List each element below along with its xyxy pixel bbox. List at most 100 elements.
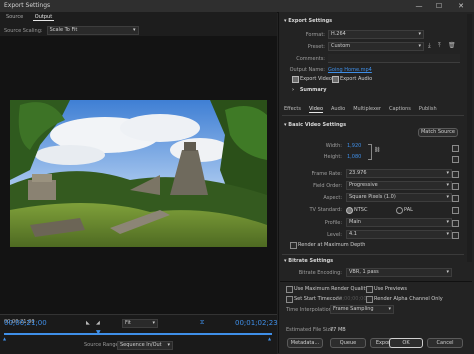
- frame-rate-select[interactable]: 23.976 ▾: [346, 169, 452, 178]
- tv-standard-checkbox[interactable]: [452, 207, 459, 214]
- crop-icon[interactable]: ⧖: [200, 319, 204, 327]
- time-interpolation-select[interactable]: Frame Sampling ▾: [330, 305, 394, 314]
- playhead-icon[interactable]: ▼: [96, 329, 101, 336]
- aspect-label: Aspect:: [323, 195, 342, 201]
- chain-link-icon[interactable]: ⛓: [374, 147, 380, 153]
- settings-scrollbar[interactable]: [467, 14, 472, 262]
- aspect-value: Square Pixels (1.0): [349, 194, 396, 200]
- tab-effects[interactable]: Effects: [284, 106, 301, 113]
- comments-label: Comments:: [296, 56, 325, 62]
- ok-button[interactable]: OK: [389, 338, 423, 348]
- maximize-button[interactable]: ☐: [430, 0, 448, 12]
- link-bracket: [368, 144, 372, 160]
- field-order-checkbox[interactable]: [452, 183, 459, 190]
- tab-captions[interactable]: Captions: [389, 106, 411, 113]
- mark-in-icon[interactable]: ◣: [86, 320, 90, 326]
- estimated-file-size-label: Estimated File Size:: [286, 327, 335, 333]
- basic-video-title: Basic Video Settings: [288, 122, 347, 128]
- match-source-button[interactable]: Match Source: [418, 128, 458, 137]
- metadata-button[interactable]: Metadata...: [287, 338, 323, 348]
- format-select[interactable]: H.264 ▾: [328, 30, 424, 39]
- summary-toggle[interactable]: › Summary: [292, 87, 327, 93]
- save-preset-icon[interactable]: ⤓: [428, 42, 431, 50]
- profile-value: Main: [349, 219, 361, 225]
- level-select[interactable]: 4.1 ▾: [346, 230, 452, 239]
- tv-standard-label: TV Standard:: [309, 207, 343, 213]
- field-order-select[interactable]: Progressive ▾: [346, 181, 452, 190]
- profile-checkbox[interactable]: [452, 220, 459, 227]
- import-preset-icon[interactable]: ⤒: [438, 42, 441, 50]
- preset-select[interactable]: Custom ▾: [328, 42, 424, 51]
- width-override-checkbox[interactable]: [452, 145, 459, 152]
- source-range-label: Source Range:: [84, 342, 121, 348]
- pal-radio[interactable]: [396, 207, 403, 214]
- output-name-link[interactable]: Going Home.mp4: [328, 67, 372, 73]
- basic-video-header[interactable]: ▾ Basic Video Settings: [284, 122, 346, 128]
- level-label: Level:: [327, 232, 342, 238]
- aspect-checkbox[interactable]: [452, 195, 459, 202]
- delete-preset-icon[interactable]: 🗑: [448, 42, 456, 49]
- source-scaling-row: Source Scaling: Scale To Fit ▾: [4, 26, 139, 35]
- chevron-down-icon: ▾: [152, 320, 155, 326]
- cancel-button[interactable]: Cancel: [427, 338, 463, 348]
- render-max-depth-checkbox[interactable]: [290, 242, 297, 249]
- width-value[interactable]: 1,920: [347, 143, 361, 149]
- source-scaling-label: Source Scaling:: [4, 27, 43, 34]
- time-interpolation-value: Frame Sampling: [333, 306, 374, 312]
- format-value: H.264: [331, 31, 346, 37]
- height-value[interactable]: 1,080: [347, 154, 361, 160]
- mark-out-icon[interactable]: ◢: [96, 320, 100, 326]
- export-audio-checkbox[interactable]: [332, 76, 339, 83]
- start-timecode-field[interactable]: 00;00;00;00: [336, 296, 367, 302]
- preview-frame-image: [10, 100, 267, 247]
- in-point-handle-icon[interactable]: ▲: [3, 336, 6, 341]
- aspect-select[interactable]: Square Pixels (1.0) ▾: [346, 193, 452, 202]
- current-timecode[interactable]: 00;00;21;00: [4, 319, 47, 327]
- tab-multiplexer[interactable]: Multiplexer: [353, 106, 381, 113]
- max-render-quality-checkbox[interactable]: [286, 286, 293, 293]
- tab-source[interactable]: Source: [4, 14, 25, 20]
- set-start-timecode-checkbox[interactable]: [286, 296, 293, 303]
- bitrate-title: Bitrate Settings: [288, 258, 334, 264]
- queue-button[interactable]: Queue: [330, 338, 366, 348]
- comments-input[interactable]: [328, 54, 460, 63]
- use-previews-checkbox[interactable]: [366, 286, 373, 293]
- fit-select[interactable]: Fit ▾: [122, 319, 158, 328]
- ntsc-radio[interactable]: [346, 207, 353, 214]
- render-alpha-checkbox[interactable]: [366, 296, 373, 303]
- duration-timecode: 00;01;02;23: [235, 319, 278, 327]
- chevron-down-icon: ▾: [284, 258, 287, 264]
- timeline-range-bar[interactable]: [4, 333, 272, 335]
- preset-label: Preset:: [307, 44, 325, 50]
- export-video-checkbox[interactable]: [292, 76, 299, 83]
- minimize-button[interactable]: —: [410, 0, 428, 12]
- out-point-handle-icon[interactable]: ▲: [268, 336, 271, 341]
- source-scaling-select[interactable]: Scale To Fit ▾: [46, 26, 139, 35]
- bitrate-header[interactable]: ▾ Bitrate Settings: [284, 258, 333, 264]
- chevron-down-icon: ▾: [418, 43, 421, 49]
- fit-value: Fit: [125, 320, 131, 326]
- source-scaling-value: Scale To Fit: [49, 27, 78, 33]
- source-range-select[interactable]: Sequence In/Out ▾: [117, 341, 173, 350]
- window-title: Export Settings: [4, 2, 51, 9]
- format-label: Format:: [305, 32, 325, 38]
- profile-select[interactable]: Main ▾: [346, 218, 452, 227]
- height-override-checkbox[interactable]: [452, 156, 459, 163]
- close-button[interactable]: ✕: [452, 0, 470, 12]
- tab-audio[interactable]: Audio: [331, 106, 345, 113]
- bitrate-encoding-select[interactable]: VBR, 1 pass ▾: [346, 268, 452, 277]
- height-label: Height:: [323, 154, 342, 160]
- export-settings-header[interactable]: ▾ Export Settings: [284, 18, 332, 24]
- tab-publish[interactable]: Publish: [419, 106, 437, 113]
- use-previews-label: Use Previews: [374, 286, 407, 292]
- source-range-value: Sequence In/Out: [120, 342, 162, 348]
- ntsc-label: NTSC: [354, 207, 368, 213]
- export-settings-title: Export Settings: [288, 18, 333, 24]
- section-divider: [282, 254, 464, 255]
- chevron-down-icon: ▾: [446, 182, 449, 188]
- tab-output[interactable]: Output: [32, 14, 55, 21]
- level-checkbox[interactable]: [452, 232, 459, 239]
- chevron-down-icon: ▾: [167, 342, 170, 348]
- frame-rate-checkbox[interactable]: [452, 171, 459, 178]
- tab-video[interactable]: Video: [309, 106, 324, 113]
